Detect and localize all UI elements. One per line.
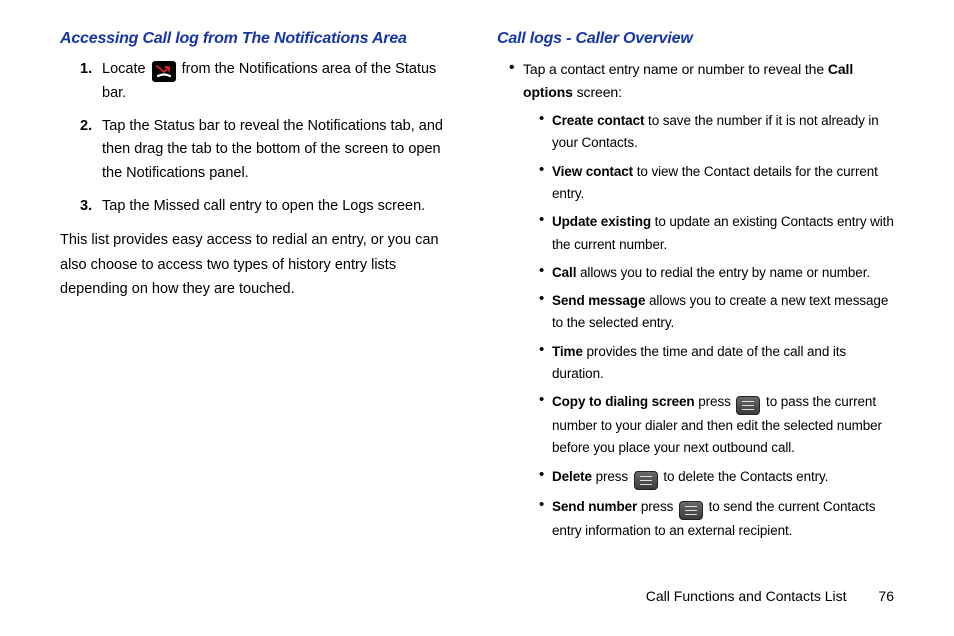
- list-item: •Delete press to delete the Contacts ent…: [497, 466, 894, 490]
- l1-post: screen:: [573, 84, 622, 100]
- list-item: •Call allows you to redial the entry by …: [497, 262, 894, 284]
- list-item: •Create contact to save the number if it…: [497, 110, 894, 155]
- bullet-dot-icon: •: [539, 466, 552, 490]
- item-bold: Call: [552, 265, 576, 280]
- left-paragraph: This list provides easy access to redial…: [60, 228, 457, 302]
- item-text: Copy to dialing screen press to pass the…: [552, 391, 894, 460]
- bullet-dot-icon: •: [539, 161, 552, 206]
- item-text: Send message allows you to create a new …: [552, 290, 894, 335]
- item-rest: allows you to redial the entry by name o…: [576, 265, 870, 280]
- step-3: 3. Tap the Missed call entry to open the…: [60, 195, 457, 218]
- item-text: Create contact to save the number if it …: [552, 110, 894, 155]
- list-item: •Update existing to update an existing C…: [497, 211, 894, 256]
- item-text: Call allows you to redial the entry by n…: [552, 262, 870, 284]
- list-item: •Send message allows you to create a new…: [497, 290, 894, 335]
- bullet-dot-icon: •: [539, 496, 552, 542]
- item-text: View contact to view the Contact details…: [552, 161, 894, 206]
- footer-label: Call Functions and Contacts List: [646, 588, 847, 604]
- step-pre: Locate: [102, 61, 150, 77]
- list-item: •Time provides the time and date of the …: [497, 341, 894, 386]
- page-footer: Call Functions and Contacts List 76: [646, 588, 894, 604]
- left-heading: Accessing Call log from The Notification…: [60, 30, 457, 48]
- item-text: Send number press to send the current Co…: [552, 496, 894, 542]
- list-item: •Copy to dialing screen press to pass th…: [497, 391, 894, 460]
- l1-pre: Tap a contact entry name or number to re…: [523, 61, 828, 77]
- step-text: Locate from the Notifications area of th…: [102, 58, 457, 105]
- step-text: Tap the Status bar to reveal the Notific…: [102, 115, 457, 185]
- bullet-dot-icon: •: [539, 391, 552, 460]
- bullet-dot-icon: •: [539, 341, 552, 386]
- item-text: Update existing to update an existing Co…: [552, 211, 894, 256]
- list-item: •Send number press to send the current C…: [497, 496, 894, 542]
- right-column: Call logs - Caller Overview • Tap a cont…: [497, 30, 894, 548]
- bullet-dot-icon: •: [509, 58, 523, 104]
- item-pre: press: [592, 469, 632, 484]
- item-bold: Delete: [552, 469, 592, 484]
- item-bold: Send message: [552, 293, 645, 308]
- menu-icon: [634, 471, 658, 490]
- item-text: Time provides the time and date of the c…: [552, 341, 894, 386]
- item-pre: press: [637, 499, 677, 514]
- step-1: 1. Locate from the Notifications area of…: [60, 58, 457, 105]
- step-num: 3.: [80, 195, 102, 218]
- item-bold: Create contact: [552, 113, 644, 128]
- item-bold: Update existing: [552, 214, 651, 229]
- page-columns: Accessing Call log from The Notification…: [60, 30, 894, 548]
- item-bold: Time: [552, 344, 583, 359]
- item-pre: press: [695, 394, 735, 409]
- l1-item: • Tap a contact entry name or number to …: [497, 58, 894, 104]
- left-column: Accessing Call log from The Notification…: [60, 30, 457, 548]
- step-2: 2. Tap the Status bar to reveal the Noti…: [60, 115, 457, 185]
- l2-list: •Create contact to save the number if it…: [497, 110, 894, 542]
- bullet-dot-icon: •: [539, 110, 552, 155]
- step-num: 1.: [80, 58, 102, 105]
- l1-text: Tap a contact entry name or number to re…: [523, 58, 894, 104]
- item-post: to delete the Contacts entry.: [660, 469, 829, 484]
- menu-icon: [679, 501, 703, 520]
- menu-icon: [736, 396, 760, 415]
- step-text: Tap the Missed call entry to open the Lo…: [102, 195, 425, 218]
- item-bold: View contact: [552, 164, 633, 179]
- list-item: •View contact to view the Contact detail…: [497, 161, 894, 206]
- item-bold: Copy to dialing screen: [552, 394, 695, 409]
- missed-call-icon: [152, 61, 176, 82]
- step-num: 2.: [80, 115, 102, 185]
- bullet-dot-icon: •: [539, 262, 552, 284]
- item-rest: provides the time and date of the call a…: [552, 344, 846, 381]
- bullet-dot-icon: •: [539, 290, 552, 335]
- page-number: 76: [878, 588, 894, 604]
- item-text: Delete press to delete the Contacts entr…: [552, 466, 828, 490]
- right-heading: Call logs - Caller Overview: [497, 30, 894, 48]
- item-bold: Send number: [552, 499, 637, 514]
- bullet-dot-icon: •: [539, 211, 552, 256]
